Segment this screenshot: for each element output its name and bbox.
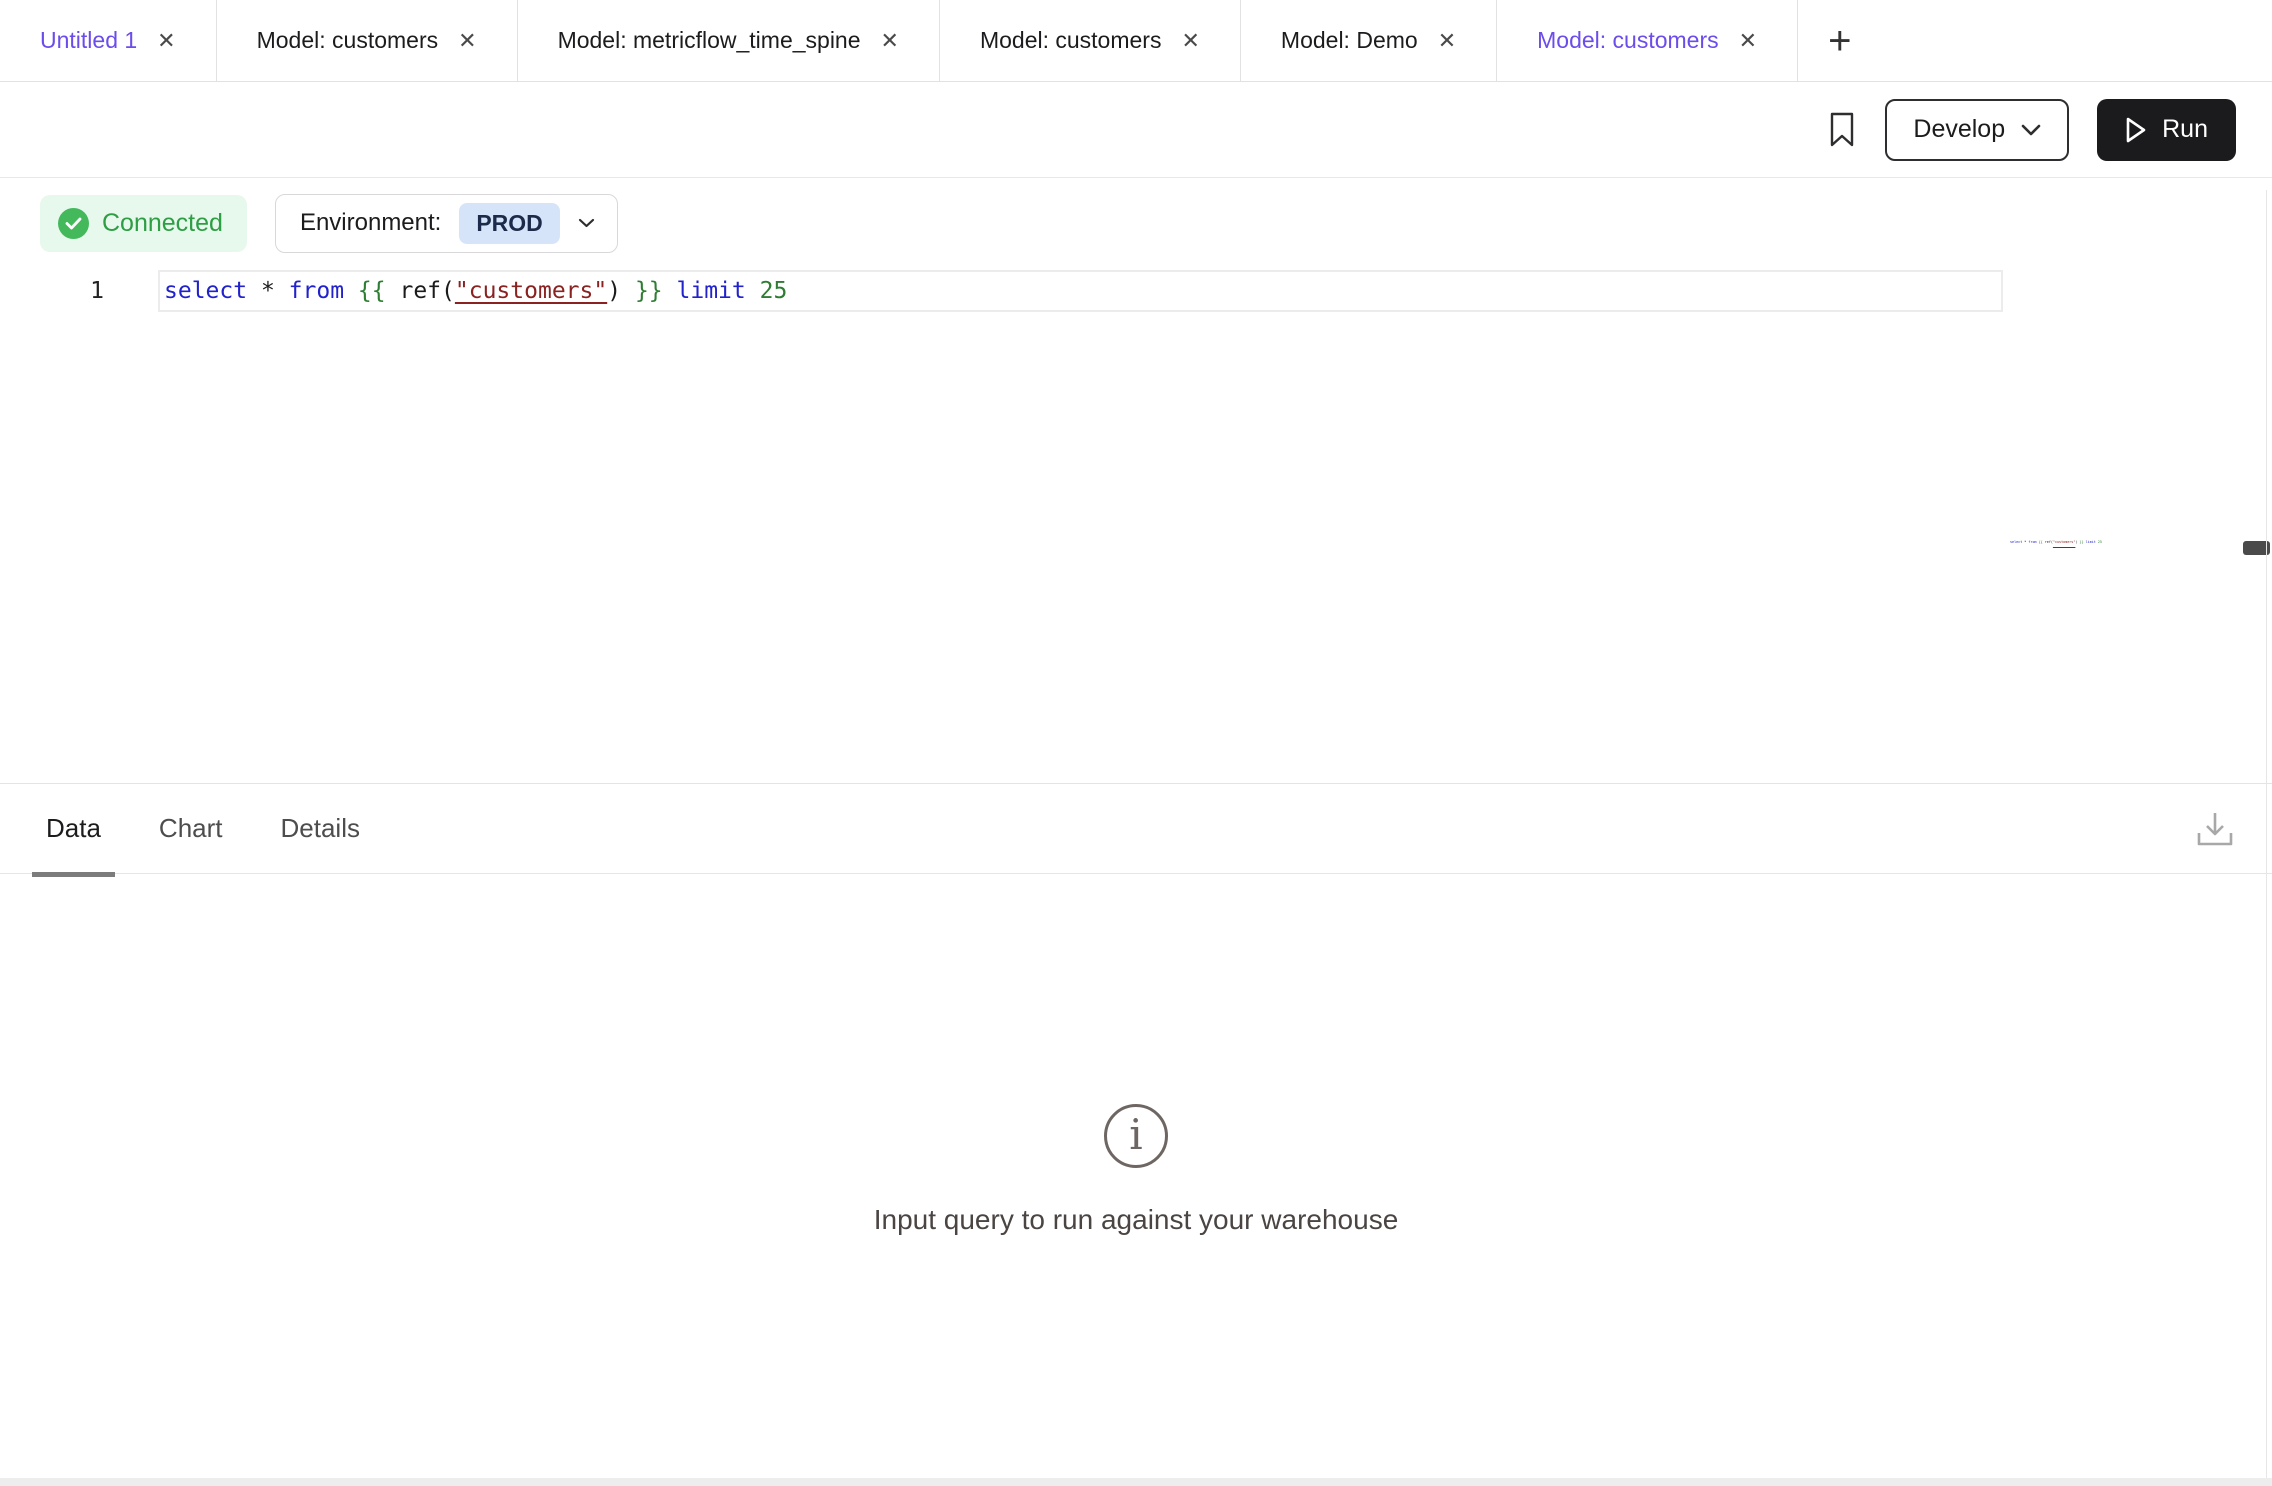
toolbar: Develop Run: [0, 82, 2272, 178]
results-tab-label: Chart: [159, 813, 223, 844]
bottom-divider-strip: [0, 1478, 2272, 1486]
results-panel: Data Chart Details i Input query to run …: [0, 783, 2272, 1478]
check-circle-icon: [58, 208, 89, 239]
code-row: 1 select * from {{ ref("customers") }} l…: [0, 270, 2272, 312]
chevron-down-icon: [2021, 124, 2041, 136]
bookmark-button[interactable]: [1827, 111, 1857, 149]
minimap[interactable]: select * from {{ ref("customers") }} lim…: [2010, 540, 2102, 544]
status-bar: Connected Environment: PROD: [0, 178, 2272, 252]
tab-untitled-1[interactable]: Untitled 1 ✕: [0, 0, 217, 81]
close-icon[interactable]: ✕: [1739, 30, 1757, 52]
tab-label: Untitled 1: [40, 27, 137, 54]
tab-model-customers-1[interactable]: Model: customers ✕: [217, 0, 518, 81]
close-icon[interactable]: ✕: [458, 30, 476, 52]
right-scroll-track-divider: [2266, 190, 2267, 1478]
tab-model-customers-3[interactable]: Model: customers ✕: [1497, 0, 1798, 81]
new-tab-button[interactable]: +: [1798, 0, 1881, 81]
close-icon[interactable]: ✕: [1438, 30, 1456, 52]
develop-button-label: Develop: [1913, 115, 2005, 144]
close-icon[interactable]: ✕: [881, 30, 899, 52]
close-icon[interactable]: ✕: [1181, 30, 1199, 52]
bookmark-icon: [1827, 111, 1857, 149]
tab-label: Model: metricflow_time_spine: [558, 27, 861, 54]
tab-chart[interactable]: Chart: [159, 784, 223, 874]
tab-label: Model: customers: [980, 27, 1162, 54]
run-button-label: Run: [2162, 115, 2208, 144]
results-tab-label: Details: [281, 813, 360, 844]
connected-status-badge: Connected: [40, 195, 247, 252]
close-icon[interactable]: ✕: [157, 30, 175, 52]
tab-details[interactable]: Details: [281, 784, 360, 874]
ide-root: Untitled 1 ✕ Model: customers ✕ Model: m…: [0, 0, 2272, 1486]
environment-label: Environment:: [300, 209, 441, 237]
connected-status-label: Connected: [102, 209, 223, 238]
code-line[interactable]: select * from {{ ref("customers") }} lim…: [158, 270, 2003, 312]
empty-state-message: Input query to run against your warehous…: [874, 1204, 1399, 1236]
download-button[interactable]: [2194, 809, 2236, 849]
tab-label: Model: customers: [1537, 27, 1719, 54]
sql-editor[interactable]: 1 select * from {{ ref("customers") }} l…: [0, 270, 2272, 800]
info-icon: i: [1104, 1104, 1168, 1168]
results-tab-label: Data: [46, 813, 101, 844]
results-empty-state: i Input query to run against your wareho…: [0, 1104, 2272, 1236]
chevron-down-icon: [578, 218, 595, 228]
results-tab-bar: Data Chart Details: [0, 784, 2272, 874]
play-icon: [2125, 117, 2147, 143]
info-icon-glyph: i: [1129, 1114, 1142, 1156]
tab-model-customers-2[interactable]: Model: customers ✕: [940, 0, 1241, 81]
editor-tab-bar: Untitled 1 ✕ Model: customers ✕ Model: m…: [0, 0, 2272, 82]
line-number: 1: [0, 270, 158, 312]
environment-select[interactable]: Environment: PROD: [275, 194, 618, 253]
plus-icon: +: [1828, 21, 1851, 61]
tab-label: Model: customers: [257, 27, 439, 54]
tab-model-metricflow-time-spine[interactable]: Model: metricflow_time_spine ✕: [518, 0, 940, 81]
develop-button[interactable]: Develop: [1885, 99, 2069, 161]
tab-data[interactable]: Data: [46, 784, 101, 874]
run-button[interactable]: Run: [2097, 99, 2236, 161]
download-icon: [2194, 809, 2236, 849]
tab-model-demo[interactable]: Model: Demo ✕: [1241, 0, 1497, 81]
environment-value-pill: PROD: [459, 203, 559, 244]
tab-label: Model: Demo: [1281, 27, 1418, 54]
